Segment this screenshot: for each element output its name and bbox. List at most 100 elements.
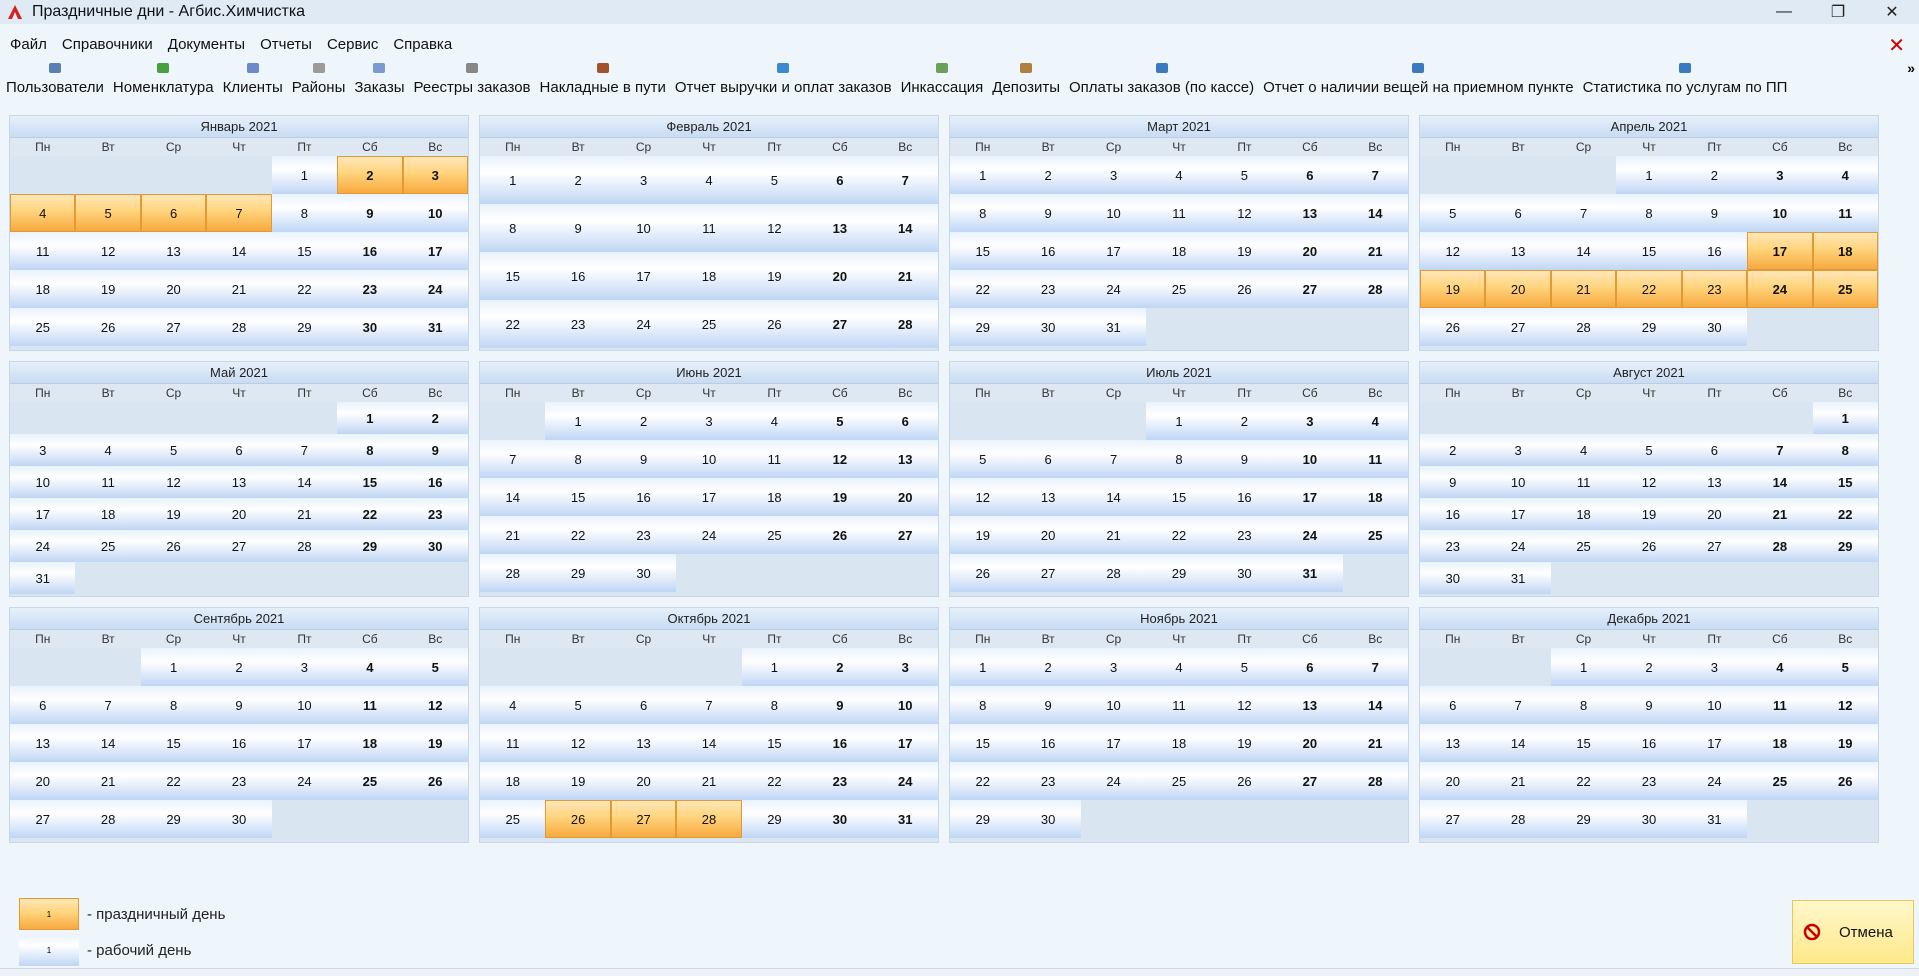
- day-cell[interactable]: 25: [1146, 762, 1212, 800]
- day-cell[interactable]: 9: [337, 194, 403, 232]
- day-cell[interactable]: 30: [1681, 308, 1748, 346]
- day-cell[interactable]: 18: [676, 252, 742, 300]
- day-cell[interactable]: 25: [1342, 516, 1408, 554]
- day-cell[interactable]: 3: [1681, 648, 1748, 686]
- day-cell[interactable]: 24: [1080, 762, 1147, 800]
- day-cell[interactable]: 2: [1681, 156, 1748, 194]
- day-cell[interactable]: 16: [610, 478, 677, 516]
- day-cell[interactable]: 19: [741, 252, 808, 300]
- day-cell[interactable]: 26: [140, 530, 207, 562]
- day-cell[interactable]: 9: [1015, 686, 1081, 724]
- day-cell[interactable]: 12: [402, 686, 468, 724]
- day-cell[interactable]: 18: [10, 270, 76, 308]
- day-cell[interactable]: 11: [1342, 440, 1408, 478]
- day-cell[interactable]: 24: [271, 762, 338, 800]
- day-cell[interactable]: 17: [1277, 478, 1343, 516]
- day-cell[interactable]: 4: [1747, 648, 1813, 686]
- day-cell[interactable]: 20: [206, 498, 272, 530]
- day-cell[interactable]: 16: [545, 252, 611, 300]
- day-cell[interactable]: 9: [610, 440, 677, 478]
- day-cell[interactable]: 29: [950, 308, 1016, 346]
- day-cell[interactable]: 18: [1550, 498, 1617, 530]
- day-cell[interactable]: 19: [1616, 498, 1682, 530]
- holiday-day-cell[interactable]: 5: [75, 194, 141, 232]
- day-cell[interactable]: 26: [741, 300, 808, 348]
- day-cell[interactable]: 27: [872, 516, 938, 554]
- day-cell[interactable]: 26: [1211, 762, 1278, 800]
- day-cell[interactable]: 2: [402, 402, 468, 434]
- day-cell[interactable]: 21: [1485, 762, 1551, 800]
- holiday-day-cell[interactable]: 17: [1747, 232, 1813, 270]
- day-cell[interactable]: 22: [1146, 516, 1212, 554]
- holiday-day-cell[interactable]: 6: [140, 194, 207, 232]
- day-cell[interactable]: 8: [950, 194, 1016, 232]
- day-cell[interactable]: 12: [807, 440, 873, 478]
- day-cell[interactable]: 16: [402, 466, 468, 498]
- day-cell[interactable]: 22: [1812, 498, 1878, 530]
- day-cell[interactable]: 28: [1342, 270, 1408, 308]
- toolbar-button-3[interactable]: Районы: [292, 60, 345, 102]
- day-cell[interactable]: 31: [1277, 554, 1343, 592]
- day-cell[interactable]: 29: [1616, 308, 1682, 346]
- day-cell[interactable]: 13: [610, 724, 677, 762]
- day-cell[interactable]: 12: [1211, 686, 1278, 724]
- close-window-button[interactable]: ✕: [1865, 0, 1919, 24]
- day-cell[interactable]: 22: [480, 300, 546, 348]
- day-cell[interactable]: 30: [402, 530, 468, 562]
- day-cell[interactable]: 15: [140, 724, 207, 762]
- day-cell[interactable]: 31: [402, 308, 468, 346]
- day-cell[interactable]: 31: [1485, 562, 1551, 594]
- day-cell[interactable]: 3: [610, 156, 677, 204]
- day-cell[interactable]: 24: [1277, 516, 1343, 554]
- day-cell[interactable]: 27: [140, 308, 207, 346]
- day-cell[interactable]: 16: [1420, 498, 1486, 530]
- day-cell[interactable]: 19: [1211, 232, 1278, 270]
- day-cell[interactable]: 2: [1616, 648, 1682, 686]
- day-cell[interactable]: 2: [1015, 648, 1081, 686]
- day-cell[interactable]: 26: [75, 308, 141, 346]
- day-cell[interactable]: 9: [1616, 686, 1682, 724]
- day-cell[interactable]: 23: [1015, 762, 1081, 800]
- day-cell[interactable]: 31: [1681, 800, 1748, 838]
- day-cell[interactable]: 16: [206, 724, 272, 762]
- toolbar-button-4[interactable]: Заказы: [354, 60, 405, 102]
- day-cell[interactable]: 9: [545, 204, 611, 252]
- day-cell[interactable]: 26: [950, 554, 1016, 592]
- day-cell[interactable]: 2: [807, 648, 873, 686]
- day-cell[interactable]: 20: [1420, 762, 1486, 800]
- day-cell[interactable]: 16: [1015, 232, 1081, 270]
- day-cell[interactable]: 21: [480, 516, 546, 554]
- day-cell[interactable]: 10: [271, 686, 338, 724]
- day-cell[interactable]: 9: [807, 686, 873, 724]
- day-cell[interactable]: 30: [337, 308, 403, 346]
- day-cell[interactable]: 15: [337, 466, 403, 498]
- day-cell[interactable]: 26: [1420, 308, 1486, 346]
- day-cell[interactable]: 1: [480, 156, 546, 204]
- day-cell[interactable]: 6: [206, 434, 272, 466]
- day-cell[interactable]: 24: [10, 530, 76, 562]
- day-cell[interactable]: 3: [10, 434, 76, 466]
- day-cell[interactable]: 27: [1681, 530, 1748, 562]
- day-cell[interactable]: 25: [337, 762, 403, 800]
- day-cell[interactable]: 4: [1342, 402, 1408, 440]
- day-cell[interactable]: 5: [545, 686, 611, 724]
- day-cell[interactable]: 8: [480, 204, 546, 252]
- day-cell[interactable]: 12: [140, 466, 207, 498]
- day-cell[interactable]: 6: [10, 686, 76, 724]
- day-cell[interactable]: 4: [480, 686, 546, 724]
- day-cell[interactable]: 5: [1420, 194, 1486, 232]
- cancel-button[interactable]: Отмена: [1792, 900, 1914, 964]
- day-cell[interactable]: 14: [1342, 686, 1408, 724]
- day-cell[interactable]: 9: [1211, 440, 1278, 478]
- day-cell[interactable]: 4: [337, 648, 403, 686]
- day-cell[interactable]: 25: [1146, 270, 1212, 308]
- holiday-day-cell[interactable]: 2: [337, 156, 403, 194]
- day-cell[interactable]: 1: [545, 402, 611, 440]
- day-cell[interactable]: 8: [545, 440, 611, 478]
- day-cell[interactable]: 16: [807, 724, 873, 762]
- day-cell[interactable]: 19: [402, 724, 468, 762]
- day-cell[interactable]: 15: [1616, 232, 1682, 270]
- holiday-day-cell[interactable]: 3: [402, 156, 468, 194]
- day-cell[interactable]: 12: [1616, 466, 1682, 498]
- day-cell[interactable]: 28: [206, 308, 272, 346]
